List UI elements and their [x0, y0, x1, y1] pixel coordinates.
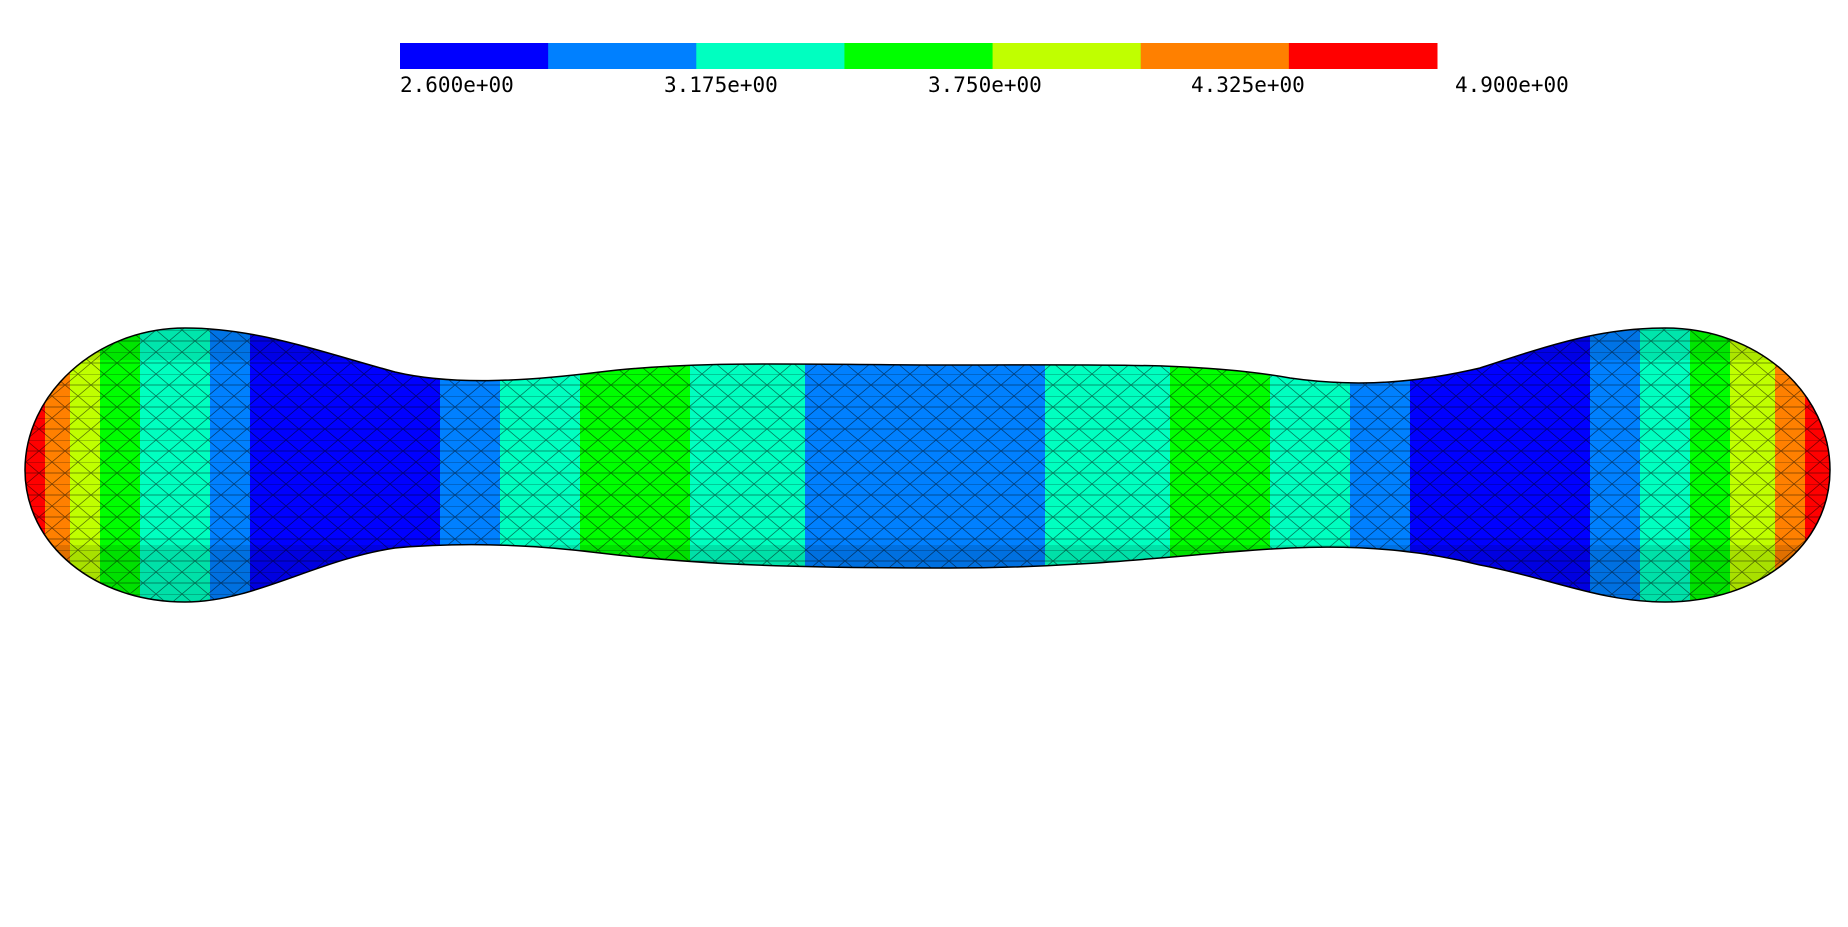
colorbar-segment: [548, 43, 697, 69]
colorbar-tick-labels: 2.600e+00 3.175e+00 3.750e+00 4.325e+00 4.90…: [400, 73, 1569, 97]
colorbar-tick-label: 4.900e+00: [1455, 73, 1569, 97]
colorbar-tick-label: 2.600e+00: [400, 73, 514, 97]
colorbar-segment: [992, 43, 1142, 69]
colorbar-segment: [696, 43, 845, 69]
colorbar: [400, 43, 1438, 69]
colorbar-segment: [1288, 43, 1438, 69]
visualization-canvas: 2.600e+00 3.175e+00 3.750e+00 4.325e+00 4.90…: [24, 43, 1831, 603]
dumbbell-surface: [25, 328, 1830, 602]
colorbar-tick-label: 4.325e+00: [1191, 73, 1305, 97]
colorbar-segment: [844, 43, 994, 69]
colorbar-tick-label: 3.750e+00: [928, 73, 1042, 97]
colorbar-segment: [1140, 43, 1290, 69]
top-shade: [25, 328, 1830, 360]
colorbar-segment: [400, 43, 549, 69]
colorbar-tick-label: 3.175e+00: [664, 73, 778, 97]
